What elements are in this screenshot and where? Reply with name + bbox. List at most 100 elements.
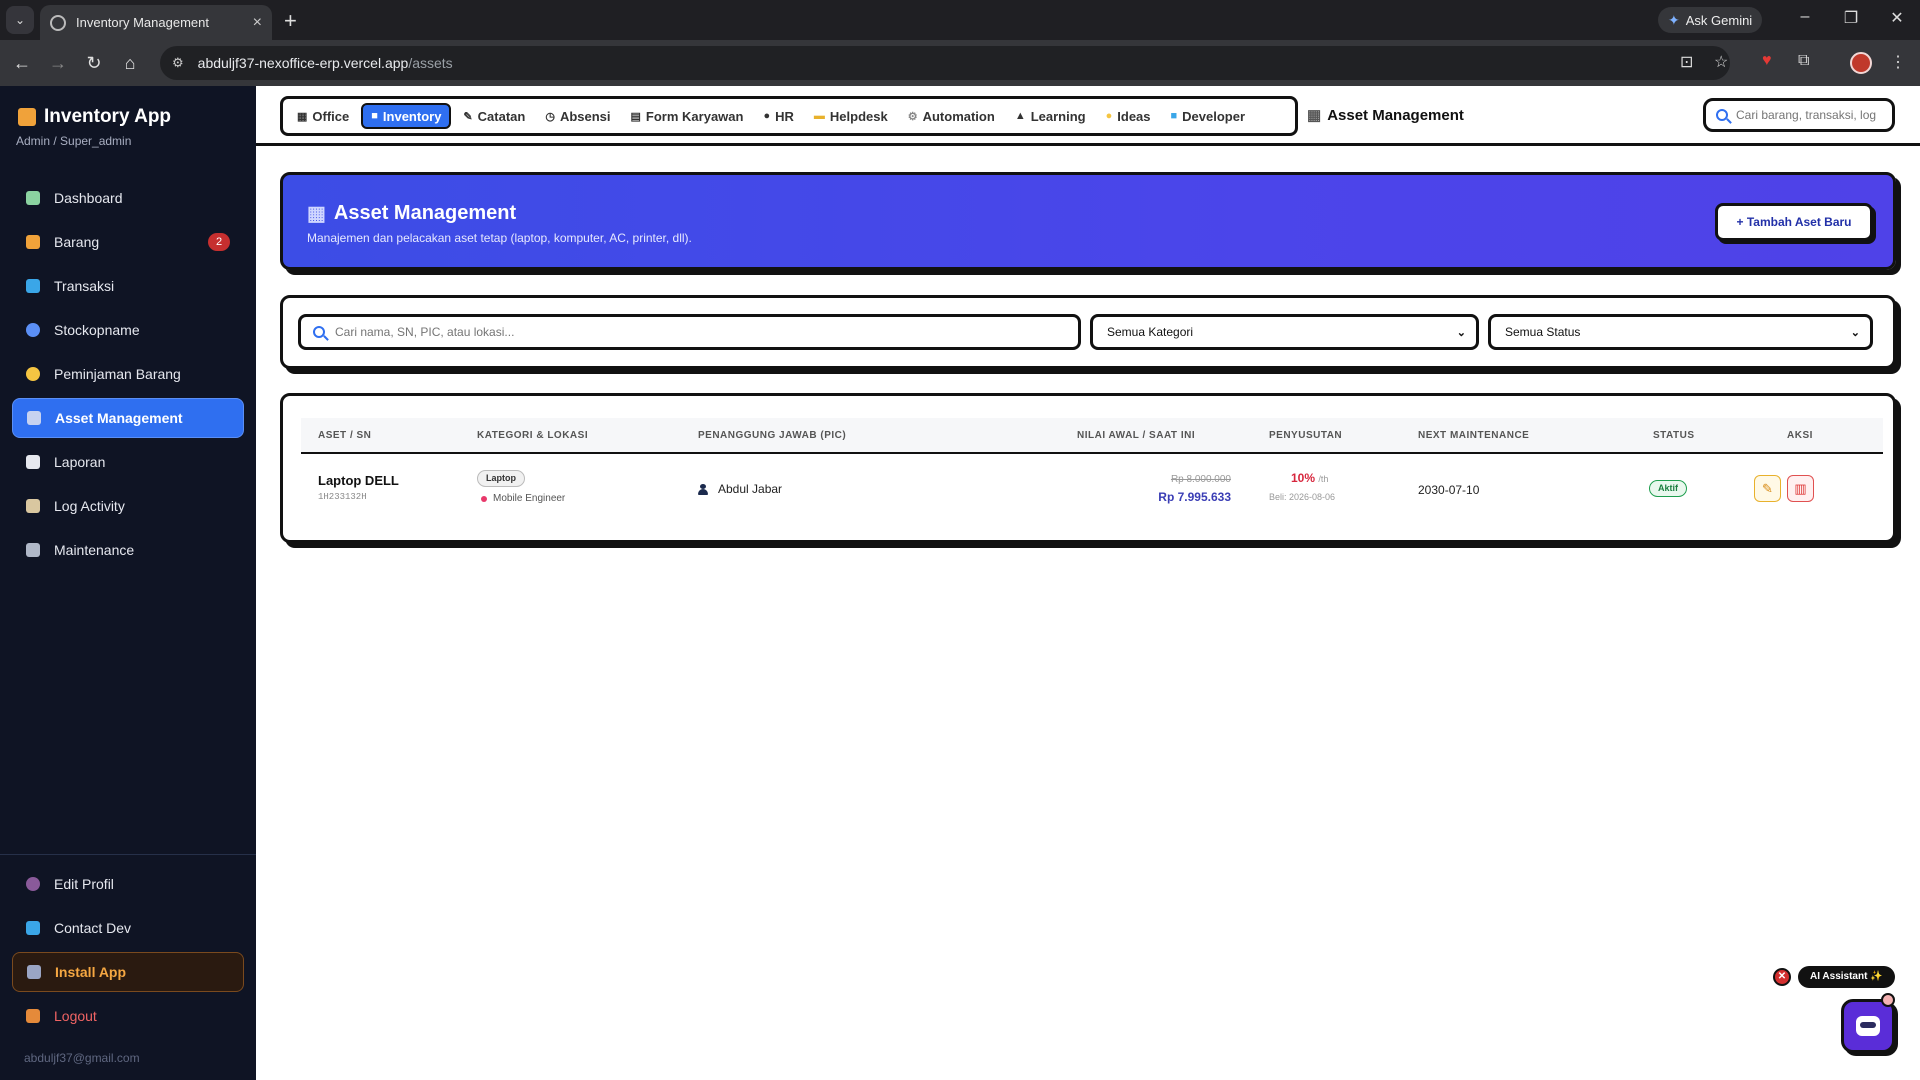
ask-gemini-button[interactable]: ✦ Ask Gemini xyxy=(1658,7,1763,33)
sidebar-item-label: Log Activity xyxy=(54,498,125,514)
global-search[interactable] xyxy=(1703,98,1895,132)
swap-icon xyxy=(26,279,40,293)
user-email: abduljf37@gmail.com xyxy=(24,1051,140,1065)
sidebar-item-edit-profil[interactable]: Edit Profil xyxy=(12,864,244,904)
chevron-down-icon: ⌄ xyxy=(1456,326,1466,339)
column-header: KATEGORI & LOKASI xyxy=(477,430,589,441)
sidebar-item-label: Transaksi xyxy=(54,278,115,294)
address-bar[interactable]: ⚙ abduljf37-nexoffice-erp.vercel.app/ass… xyxy=(160,46,1730,80)
trash-icon: ▥ xyxy=(1794,480,1807,496)
home-icon[interactable]: ⌂ xyxy=(118,51,142,75)
sidebar-item-label: Logout xyxy=(54,1008,97,1024)
form-icon: ▤ xyxy=(630,110,641,123)
sidebar-item-laporan[interactable]: Laporan xyxy=(12,442,244,482)
sidebar-item-log-activity[interactable]: Log Activity xyxy=(12,486,244,526)
gemini-sparkle-icon: ✦ xyxy=(1668,11,1680,28)
extensions-puzzle-icon[interactable]: ⧉ xyxy=(1798,52,1809,70)
category-pill: Laptop xyxy=(477,470,525,487)
logout-button[interactable]: Logout xyxy=(12,996,244,1036)
notification-dot xyxy=(1881,993,1895,1007)
graduation-cap-icon: ▲ xyxy=(1014,110,1026,122)
edit-button[interactable]: ✎ xyxy=(1754,475,1781,502)
globe-icon xyxy=(50,14,66,31)
install-app-button[interactable]: Install App xyxy=(12,952,244,992)
browser-toolbar: ← → ↻ ⌂ ⚙ abduljf37-nexoffice-erp.vercel… xyxy=(0,40,1920,86)
sidebar-divider xyxy=(0,854,256,855)
module-form-karyawan[interactable]: ▤ Form Karyawan xyxy=(623,103,752,129)
module-developer[interactable]: ■ Developer xyxy=(1163,103,1254,129)
asset-search-input[interactable] xyxy=(335,325,1035,339)
location-pin-icon xyxy=(481,495,487,502)
module-learning[interactable]: ▲ Learning xyxy=(1007,103,1094,129)
add-asset-button[interactable]: + Tambah Aset Baru xyxy=(1715,203,1873,241)
sidebar-item-transaksi[interactable]: Transaksi xyxy=(12,266,244,306)
ai-assistant-label[interactable]: AI Assistant ✨ xyxy=(1798,966,1895,988)
module-inventory[interactable]: ■ Inventory xyxy=(361,103,452,129)
profile-avatar[interactable] xyxy=(1850,52,1872,74)
category-select-value: Semua Kategori xyxy=(1107,325,1194,339)
module-ideas[interactable]: ● Ideas xyxy=(1098,103,1159,129)
dashboard-icon xyxy=(26,191,40,205)
table-row[interactable]: Laptop DELL 1H233132H Laptop Mobile Engi… xyxy=(301,456,1883,522)
browser-menu-icon[interactable]: ⋮ xyxy=(1890,52,1906,72)
back-icon[interactable]: ← xyxy=(10,51,34,75)
module-helpdesk[interactable]: ▬ Helpdesk xyxy=(806,103,896,129)
column-header: PENYUSUTAN xyxy=(1269,430,1343,441)
asset-location: Mobile Engineer xyxy=(481,493,565,504)
install-page-icon[interactable]: ⊡ xyxy=(1680,52,1693,72)
close-window-icon[interactable]: ✕ xyxy=(1882,8,1912,28)
module-automation[interactable]: ⚙ Automation xyxy=(900,103,1003,129)
module-absensi[interactable]: ◷ Absensi xyxy=(537,103,618,129)
site-info-icon[interactable]: ⚙ xyxy=(172,55,184,71)
module-nav: ▦ Office ■ Inventory ✎ Catatan ◷ Absensi ▤ Fo… xyxy=(280,96,1298,136)
tab-search-button[interactable]: ⌄ xyxy=(6,6,34,34)
category-select[interactable]: Semua Kategori ⌄ xyxy=(1090,314,1479,350)
sidebar-item-stockopname[interactable]: Stockopname xyxy=(12,310,244,350)
status-badge: Aktif xyxy=(1649,480,1687,497)
asset-name: Laptop DELL xyxy=(318,473,399,488)
module-hr[interactable]: ● HR xyxy=(755,103,801,129)
sidebar-item-dashboard[interactable]: Dashboard xyxy=(12,178,244,218)
forward-icon[interactable]: → xyxy=(46,51,70,75)
next-maintenance-date: 2030-07-10 xyxy=(1418,483,1480,497)
door-icon xyxy=(26,1009,40,1023)
column-header: ASET / SN xyxy=(318,430,372,441)
global-search-input[interactable] xyxy=(1736,108,1876,122)
delete-button[interactable]: ▥ xyxy=(1787,475,1814,502)
browser-tab[interactable]: Inventory Management × xyxy=(40,5,272,40)
lightbulb-icon: ● xyxy=(1105,110,1113,122)
restore-icon[interactable]: ❐ xyxy=(1836,8,1866,28)
reload-icon[interactable]: ↻ xyxy=(82,51,106,75)
sidebar-item-label: Asset Management xyxy=(55,410,183,426)
sidebar-item-asset-management[interactable]: Asset Management xyxy=(12,398,244,438)
bookmark-star-icon[interactable]: ☆ xyxy=(1714,52,1728,72)
status-select[interactable]: Semua Status ⌄ xyxy=(1488,314,1873,350)
minimize-icon[interactable]: – xyxy=(1790,8,1820,26)
close-tab-icon[interactable]: × xyxy=(253,14,262,32)
banner-title: ▦ Asset Management xyxy=(307,202,517,225)
close-assistant-button[interactable]: ✕ xyxy=(1773,968,1791,986)
user-role: Admin / Super_admin xyxy=(16,134,132,148)
module-office[interactable]: ▦ Office xyxy=(289,103,357,129)
tab-title: Inventory Management xyxy=(76,15,209,30)
asset-search[interactable] xyxy=(298,314,1081,350)
main-content: ▦ Office ■ Inventory ✎ Catatan ◷ Absensi ▤ Fo… xyxy=(256,86,1920,1080)
sidebar-item-label: Peminjaman Barang xyxy=(54,366,181,382)
extension-shield-icon[interactable]: ♥ xyxy=(1762,52,1772,70)
book-icon: ■ xyxy=(1170,110,1178,122)
sidebar-item-contact-dev[interactable]: Contact Dev xyxy=(12,908,244,948)
new-tab-button[interactable]: + xyxy=(284,8,297,34)
chevron-down-icon: ⌄ xyxy=(1850,326,1860,339)
sidebar-item-maintenance[interactable]: Maintenance xyxy=(12,530,244,570)
sidebar-item-barang[interactable]: Barang 2 xyxy=(12,222,244,262)
initial-value: Rp 8.000.000 xyxy=(1170,474,1231,485)
building-icon: ▦ xyxy=(297,110,308,123)
sidebar-item-label: Edit Profil xyxy=(54,876,114,892)
module-catatan[interactable]: ✎ Catatan xyxy=(455,103,533,129)
sidebar-item-peminjaman[interactable]: Peminjaman Barang xyxy=(12,354,244,394)
clipboard-icon xyxy=(26,499,40,513)
sidebar-item-label: Stockopname xyxy=(54,322,140,338)
sidebar-item-label: Laporan xyxy=(54,454,106,470)
ai-assistant-button[interactable] xyxy=(1841,999,1895,1053)
gear-icon: ⚙ xyxy=(907,110,918,123)
